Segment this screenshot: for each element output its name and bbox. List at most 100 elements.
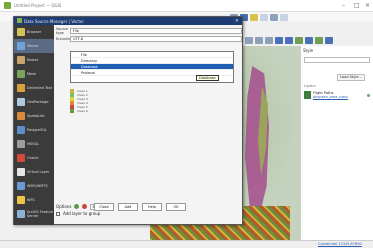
minimize-button[interactable]: –	[342, 2, 345, 9]
sidebar-item-6[interactable]: SpatiaLite	[14, 109, 54, 123]
dialog-button-row: Close Add Help OK	[94, 203, 186, 211]
load-style-button[interactable]: Load Style...	[337, 74, 365, 81]
sidebar-item-12[interactable]: WFS	[14, 193, 54, 207]
legend-swatch	[70, 97, 74, 101]
add-button[interactable]: Add	[118, 203, 138, 211]
zoom-full-icon[interactable]	[275, 36, 283, 44]
legend-swatch	[70, 101, 74, 105]
data-source-manager-dialog: Data Source Manager | Vector × Browser Ve…	[13, 16, 243, 225]
sidebar-item-label: Mesh	[27, 72, 37, 76]
layer-link[interactable]: airspace_area_class	[313, 95, 348, 99]
qgis-logo-icon	[4, 2, 11, 9]
legend-row: Class 6	[70, 109, 88, 113]
sidebar-item-10[interactable]: Virtual Layer	[14, 165, 54, 179]
encoding-row: Encoding UTF-8	[56, 35, 242, 42]
sidebar-item-label: Delimited Text	[27, 86, 53, 90]
coordinate-link[interactable]: Coordinate 12345,67890	[318, 242, 362, 246]
legend-swatch	[70, 109, 74, 113]
map-toolbar	[245, 34, 333, 46]
sidebar-item-label: Browser	[27, 30, 42, 34]
ok-button[interactable]: OK	[166, 203, 186, 211]
identify-icon[interactable]	[295, 36, 303, 44]
zoom-in-icon[interactable]	[255, 36, 263, 44]
style-panel: Style Load Style... Layers Flight Paths …	[300, 46, 373, 240]
source-type-icon	[17, 56, 25, 64]
remove-icon[interactable]	[82, 204, 88, 209]
help-button[interactable]: Help	[142, 203, 162, 211]
checkbox-row: Add layer to group	[56, 210, 242, 217]
legend: Class 1 Class 2 Class 3 Class 4 Class 5 Class…	[70, 89, 88, 113]
sidebar-item-7[interactable]: PostgreSQL	[14, 123, 54, 137]
dialog-app-icon	[17, 18, 22, 23]
sidebar-item-5[interactable]: GeoPackage	[14, 95, 54, 109]
sidebar-item-9[interactable]: Oracle	[14, 151, 54, 165]
select-icon[interactable]	[305, 36, 313, 44]
sidebar-item-label: Raster	[27, 58, 39, 62]
sidebar-item-label: WMS/WMTS	[27, 184, 48, 188]
layer-thumbnail	[304, 91, 311, 99]
source-type-icon	[17, 196, 25, 204]
maximize-button[interactable]: □	[354, 2, 360, 9]
panel-search-input[interactable]	[304, 57, 370, 63]
source-type-icon	[17, 126, 25, 134]
layer-item[interactable]: Flight Paths airspace_area_class	[304, 91, 348, 99]
source-type-sidebar: Browser Vector Raster Mesh Delimited Text Geo…	[14, 25, 54, 225]
sidebar-item-11[interactable]: WMS/WMTS	[14, 179, 54, 193]
bookmark-icon[interactable]	[325, 36, 333, 44]
sidebar-item-label: Vector	[27, 44, 39, 48]
main-titlebar: Untitled Project — QGIS – □ ×	[0, 0, 373, 12]
panel-heading: Style	[303, 48, 314, 53]
undo-icon[interactable]	[270, 14, 278, 21]
source-type-icon	[17, 154, 25, 162]
source-type-field[interactable]: File	[70, 27, 242, 34]
status-bar: Coordinate 12345,67890	[0, 240, 373, 248]
source-type-icon	[17, 168, 25, 176]
legend-swatch	[70, 105, 74, 109]
legend-swatch	[70, 89, 74, 93]
sidebar-item-label: SpatiaLite	[27, 114, 45, 118]
source-type-row: Source type File	[56, 26, 242, 35]
source-type-icon	[17, 70, 25, 78]
sidebar-item-4[interactable]: Delimited Text	[14, 81, 54, 95]
sidebar-item-0[interactable]: Browser	[14, 25, 54, 39]
layers-section-label: Layers	[304, 84, 316, 88]
zoom-out-icon[interactable]	[265, 36, 273, 44]
add-icon[interactable]	[74, 204, 80, 209]
save-icon[interactable]	[250, 14, 258, 21]
sidebar-item-label: PostgreSQL	[27, 128, 47, 132]
source-type-icon	[17, 98, 25, 106]
sidebar-item-13[interactable]: ArcGIS Feature Server	[14, 207, 54, 221]
zoom-layer-icon[interactable]	[285, 36, 293, 44]
sidebar-item-label: Oracle	[27, 156, 39, 160]
options-label: Options	[56, 204, 72, 209]
source-type-icon	[17, 42, 25, 50]
dialog-titlebar: Data Source Manager | Vector ×	[14, 17, 242, 25]
source-type-icon	[17, 140, 25, 148]
close-window-button[interactable]: ×	[365, 2, 370, 9]
sidebar-item-label: ArcGIS Feature Server	[27, 210, 53, 218]
encoding-label: Encoding	[56, 36, 73, 41]
sidebar-item-1[interactable]: Vector	[14, 39, 54, 53]
sidebar-item-3[interactable]: Mesh	[14, 67, 54, 81]
pan-icon[interactable]	[245, 36, 253, 44]
sidebar-item-label: GeoPackage	[27, 100, 49, 104]
close-button[interactable]: Close	[94, 203, 114, 211]
sidebar-item-2[interactable]: Raster	[14, 53, 54, 67]
sidebar-item-label: Virtual Layer	[27, 170, 50, 174]
add-to-group-checkbox[interactable]	[56, 211, 60, 216]
sidebar-item-label: MSSQL	[27, 142, 40, 146]
source-type-icon	[17, 28, 25, 36]
source-type-label: Source type	[56, 26, 69, 35]
source-type-icon	[17, 112, 25, 120]
dialog-content: Source type File Encoding UTF-8 File Dire…	[56, 27, 242, 223]
source-type-icon	[17, 84, 25, 92]
source-type-icon	[17, 210, 25, 218]
print-icon[interactable]	[260, 14, 268, 21]
measure-icon[interactable]	[315, 36, 323, 44]
redo-icon[interactable]	[280, 14, 288, 21]
encoding-field[interactable]: UTF-8	[70, 35, 242, 42]
tooltip: Database	[196, 75, 219, 81]
dialog-close-icon[interactable]: ×	[235, 18, 239, 24]
sidebar-item-8[interactable]: MSSQL	[14, 137, 54, 151]
legend-label: Class 6	[77, 109, 88, 113]
